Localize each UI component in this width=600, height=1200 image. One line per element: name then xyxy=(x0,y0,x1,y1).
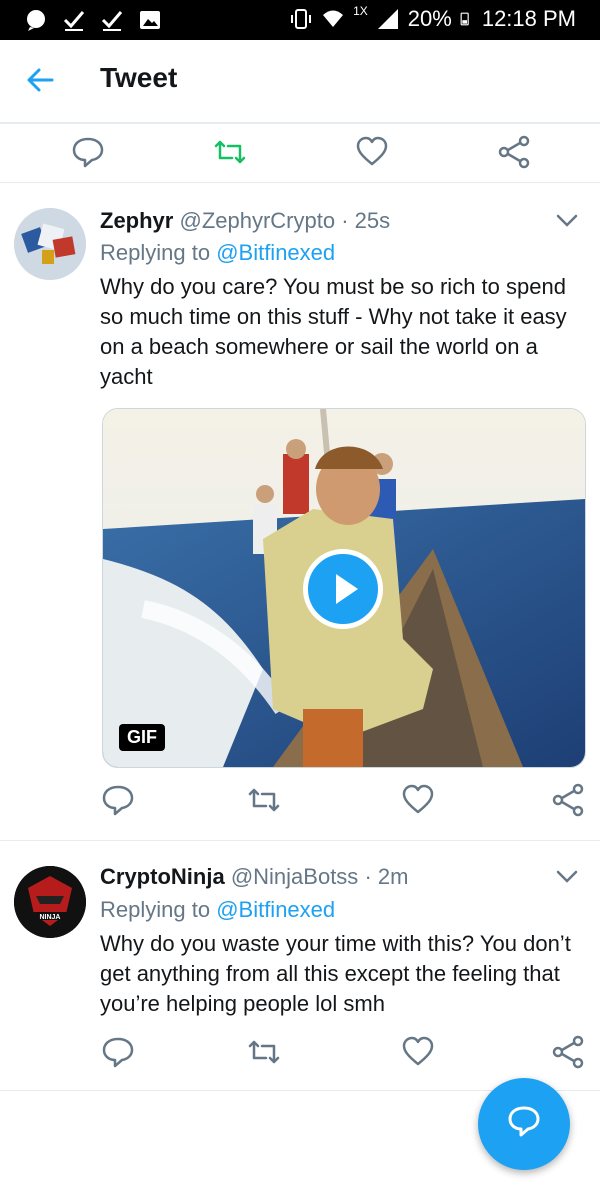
replying-to-link[interactable]: @Bitfinexed xyxy=(216,897,335,922)
vibrate-icon xyxy=(291,9,312,29)
replying-to-link[interactable]: @Bitfinexed xyxy=(216,240,335,265)
retweet-icon[interactable] xyxy=(212,134,248,170)
battery-icon xyxy=(460,12,469,26)
like-icon[interactable] xyxy=(354,134,390,170)
page-title: Tweet xyxy=(100,62,178,93)
reply-icon[interactable] xyxy=(100,782,136,818)
gif-badge: GIF xyxy=(119,724,165,751)
network-type: 1X xyxy=(353,4,368,18)
reply-icon[interactable] xyxy=(100,1034,136,1070)
share-icon[interactable] xyxy=(550,1034,586,1070)
message-notification-icon xyxy=(27,10,45,31)
share-icon[interactable] xyxy=(550,782,586,818)
check-notification-icon xyxy=(101,11,123,31)
play-icon xyxy=(336,574,358,604)
display-name[interactable]: CryptoNinja xyxy=(100,864,225,889)
avatar[interactable]: NINJA xyxy=(14,866,86,938)
chevron-down-icon[interactable] xyxy=(554,208,580,234)
image-notification-icon xyxy=(140,11,160,29)
status-bar: 1X 20% 12:18 PM xyxy=(0,0,600,40)
like-icon[interactable] xyxy=(400,782,436,818)
timestamp: · 2m xyxy=(364,864,409,889)
compose-reply-button[interactable] xyxy=(478,1078,570,1170)
tweet-reply[interactable]: Zephyr @ZephyrCrypto · 25s Replying to @… xyxy=(0,184,600,841)
tweet-header: Zephyr @ZephyrCrypto · 25s xyxy=(100,208,390,234)
retweet-icon[interactable] xyxy=(246,1034,282,1070)
user-handle[interactable]: @NinjaBotss xyxy=(231,864,359,889)
check-notification-icon xyxy=(63,11,85,31)
display-name[interactable]: Zephyr xyxy=(100,208,173,233)
like-icon[interactable] xyxy=(400,1034,436,1070)
clock: 12:18 PM xyxy=(481,6,576,31)
wifi-icon xyxy=(323,10,344,27)
retweet-icon[interactable] xyxy=(246,782,282,818)
replying-to: Replying to @Bitfinexed xyxy=(100,240,335,266)
gif-media[interactable]: GIF xyxy=(102,408,586,768)
avatar-image xyxy=(14,208,86,280)
main-tweet-actions xyxy=(0,124,600,183)
play-button[interactable] xyxy=(303,549,383,629)
avatar-image: NINJA xyxy=(14,866,86,938)
user-handle[interactable]: @ZephyrCrypto xyxy=(179,208,335,233)
signal-icon xyxy=(377,9,398,29)
chevron-down-icon[interactable] xyxy=(554,864,580,890)
reply-icon[interactable] xyxy=(70,134,106,170)
replying-to-prefix: Replying to xyxy=(100,897,217,922)
avatar[interactable] xyxy=(14,208,86,280)
replying-to-prefix: Replying to xyxy=(100,240,217,265)
tweet-reply[interactable]: NINJA CryptoNinja @NinjaBotss · 2m Reply… xyxy=(0,842,600,1091)
battery-percent: 20% xyxy=(407,6,452,31)
back-arrow-icon[interactable] xyxy=(22,62,58,98)
app-bar: Tweet xyxy=(0,40,600,124)
tweet-text: Why do you care? You must be so rich to … xyxy=(100,274,567,389)
replying-to: Replying to @Bitfinexed xyxy=(100,897,335,923)
timestamp: · 25s xyxy=(341,208,391,233)
tweet-text: Why do you waste your time with this? Yo… xyxy=(100,931,571,1016)
svg-text:NINJA: NINJA xyxy=(39,914,60,921)
share-icon[interactable] xyxy=(496,134,532,170)
tweet-header: CryptoNinja @NinjaBotss · 2m xyxy=(100,864,408,890)
reply-icon xyxy=(508,1106,540,1137)
